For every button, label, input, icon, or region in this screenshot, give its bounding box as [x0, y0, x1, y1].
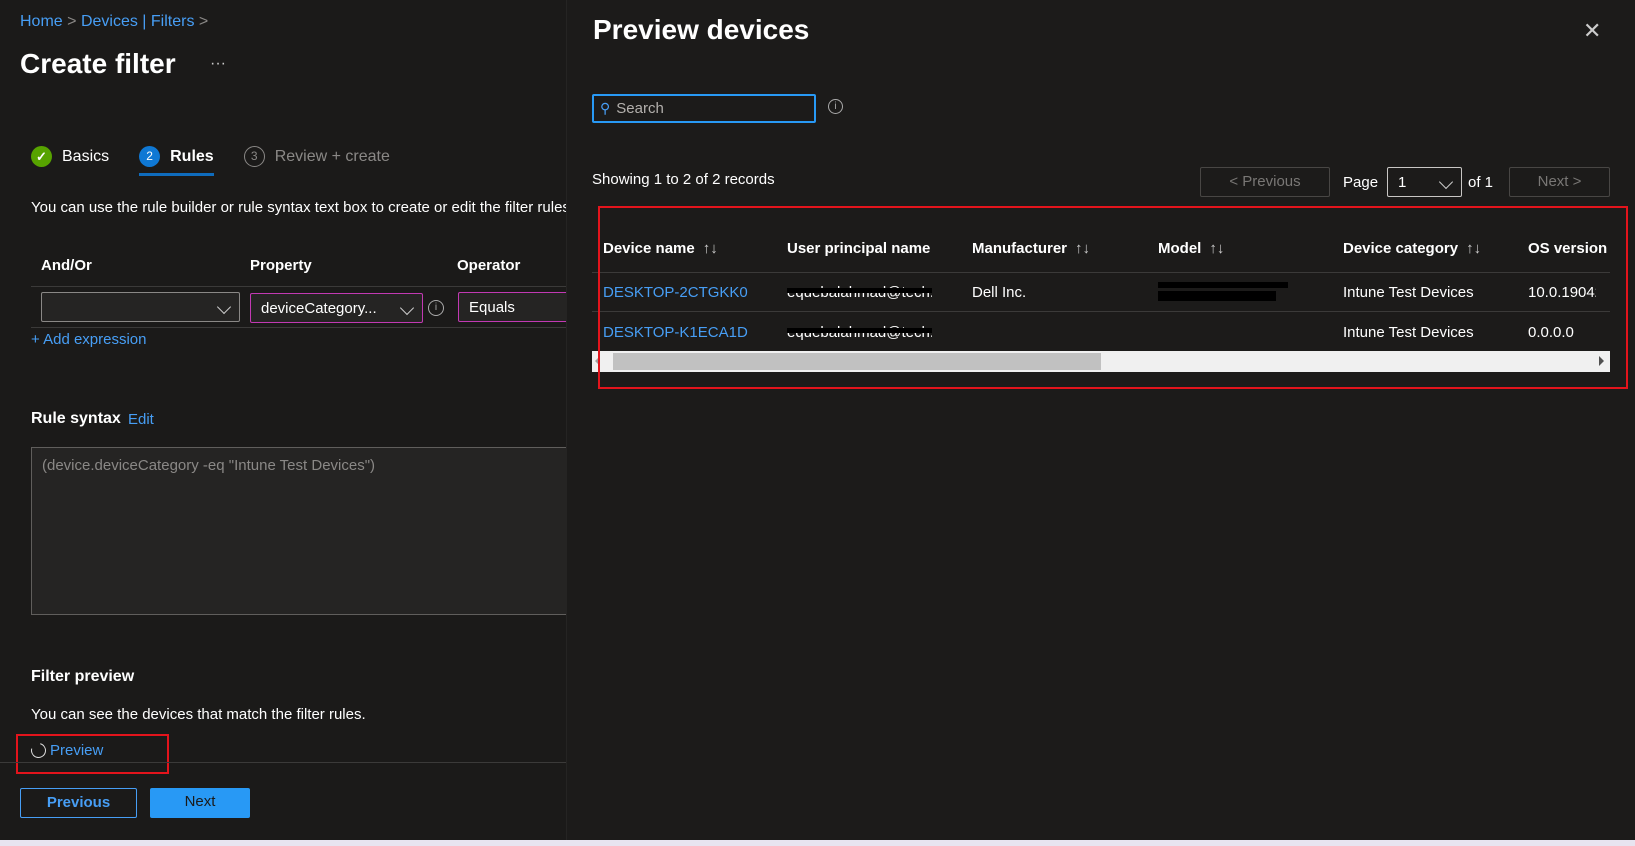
- info-icon[interactable]: i: [828, 99, 843, 114]
- property-select[interactable]: deviceCategory...: [250, 293, 423, 323]
- create-filter-blade: Home > Devices | Filters > Create filter…: [0, 0, 566, 840]
- page-of-label: of 1: [1468, 174, 1494, 191]
- breadcrumb: Home > Devices | Filters >: [20, 13, 208, 31]
- breadcrumb-home[interactable]: Home: [20, 13, 63, 30]
- page-value: 1: [1398, 174, 1407, 191]
- records-count: Showing 1 to 2 of 2 records: [592, 171, 775, 188]
- info-icon[interactable]: i: [428, 300, 444, 316]
- chevron-down-icon: [399, 300, 415, 316]
- preview-devices-panel: Preview devices ✕ ⚲ Search i Showing 1 t…: [566, 0, 1635, 840]
- chevron-down-icon: [216, 299, 232, 315]
- breadcrumb-separator-icon: >: [198, 13, 209, 30]
- rule-syntax-title: Rule syntax: [31, 410, 121, 427]
- pager-previous-button[interactable]: < Previous: [1200, 167, 1330, 197]
- panel-title: Preview devices: [593, 14, 810, 45]
- breadcrumb-devices-filters[interactable]: Devices | Filters: [81, 13, 195, 30]
- step-number-icon: 3: [243, 146, 265, 167]
- tab-label: Basics: [62, 147, 110, 165]
- bottom-edge: [0, 840, 1635, 846]
- highlight-box: [16, 734, 169, 774]
- column-operator: Operator: [457, 257, 521, 274]
- rule-syntax-textarea[interactable]: (device.deviceCategory -eq "Intune Test …: [31, 447, 566, 615]
- highlight-box: [598, 206, 1628, 389]
- next-button[interactable]: Next: [150, 788, 250, 818]
- page-select[interactable]: 1: [1387, 167, 1462, 197]
- rule-syntax-edit-link[interactable]: Edit: [128, 411, 154, 428]
- tab-review-create[interactable]: 3 Review + create: [243, 146, 390, 167]
- operator-select[interactable]: Equals: [458, 292, 566, 322]
- tab-label: Review + create: [274, 147, 390, 165]
- search-icon: ⚲: [600, 100, 611, 116]
- pager-next-button[interactable]: Next >: [1509, 167, 1610, 197]
- search-placeholder: Search: [616, 100, 664, 117]
- footer-divider: [0, 762, 566, 763]
- property-value: deviceCategory...: [261, 300, 377, 317]
- breadcrumb-separator-icon: >: [67, 13, 81, 30]
- column-property: Property: [250, 257, 312, 274]
- operator-value: Equals: [469, 299, 515, 316]
- page-label: Page: [1343, 174, 1379, 191]
- column-and-or: And/Or: [41, 257, 92, 274]
- rules-description: You can use the rule builder or rule syn…: [31, 199, 566, 216]
- tab-rules[interactable]: 2 Rules: [139, 146, 214, 176]
- add-expression-link[interactable]: + Add expression: [31, 331, 147, 348]
- divider: [31, 327, 566, 328]
- chevron-down-icon: [1438, 174, 1454, 190]
- divider: [31, 286, 566, 287]
- filter-preview-title: Filter preview: [31, 668, 135, 685]
- and-or-select[interactable]: [41, 292, 240, 322]
- tab-basics[interactable]: ✓ Basics: [31, 146, 109, 167]
- previous-button[interactable]: Previous: [20, 788, 137, 818]
- filter-preview-description: You can see the devices that match the f…: [31, 706, 366, 723]
- rule-syntax-value: (device.deviceCategory -eq "Intune Test …: [42, 457, 376, 474]
- search-input[interactable]: ⚲ Search: [592, 94, 816, 123]
- page-title: Create filter: [20, 48, 176, 79]
- close-icon[interactable]: ✕: [1583, 18, 1601, 44]
- step-number-icon: 2: [139, 146, 161, 167]
- tab-label: Rules: [170, 147, 214, 165]
- check-icon: ✓: [31, 146, 52, 167]
- more-options-button[interactable]: ···: [210, 55, 226, 73]
- wizard-tabs: ✓ Basics 2 Rules 3 Review + create: [31, 146, 390, 176]
